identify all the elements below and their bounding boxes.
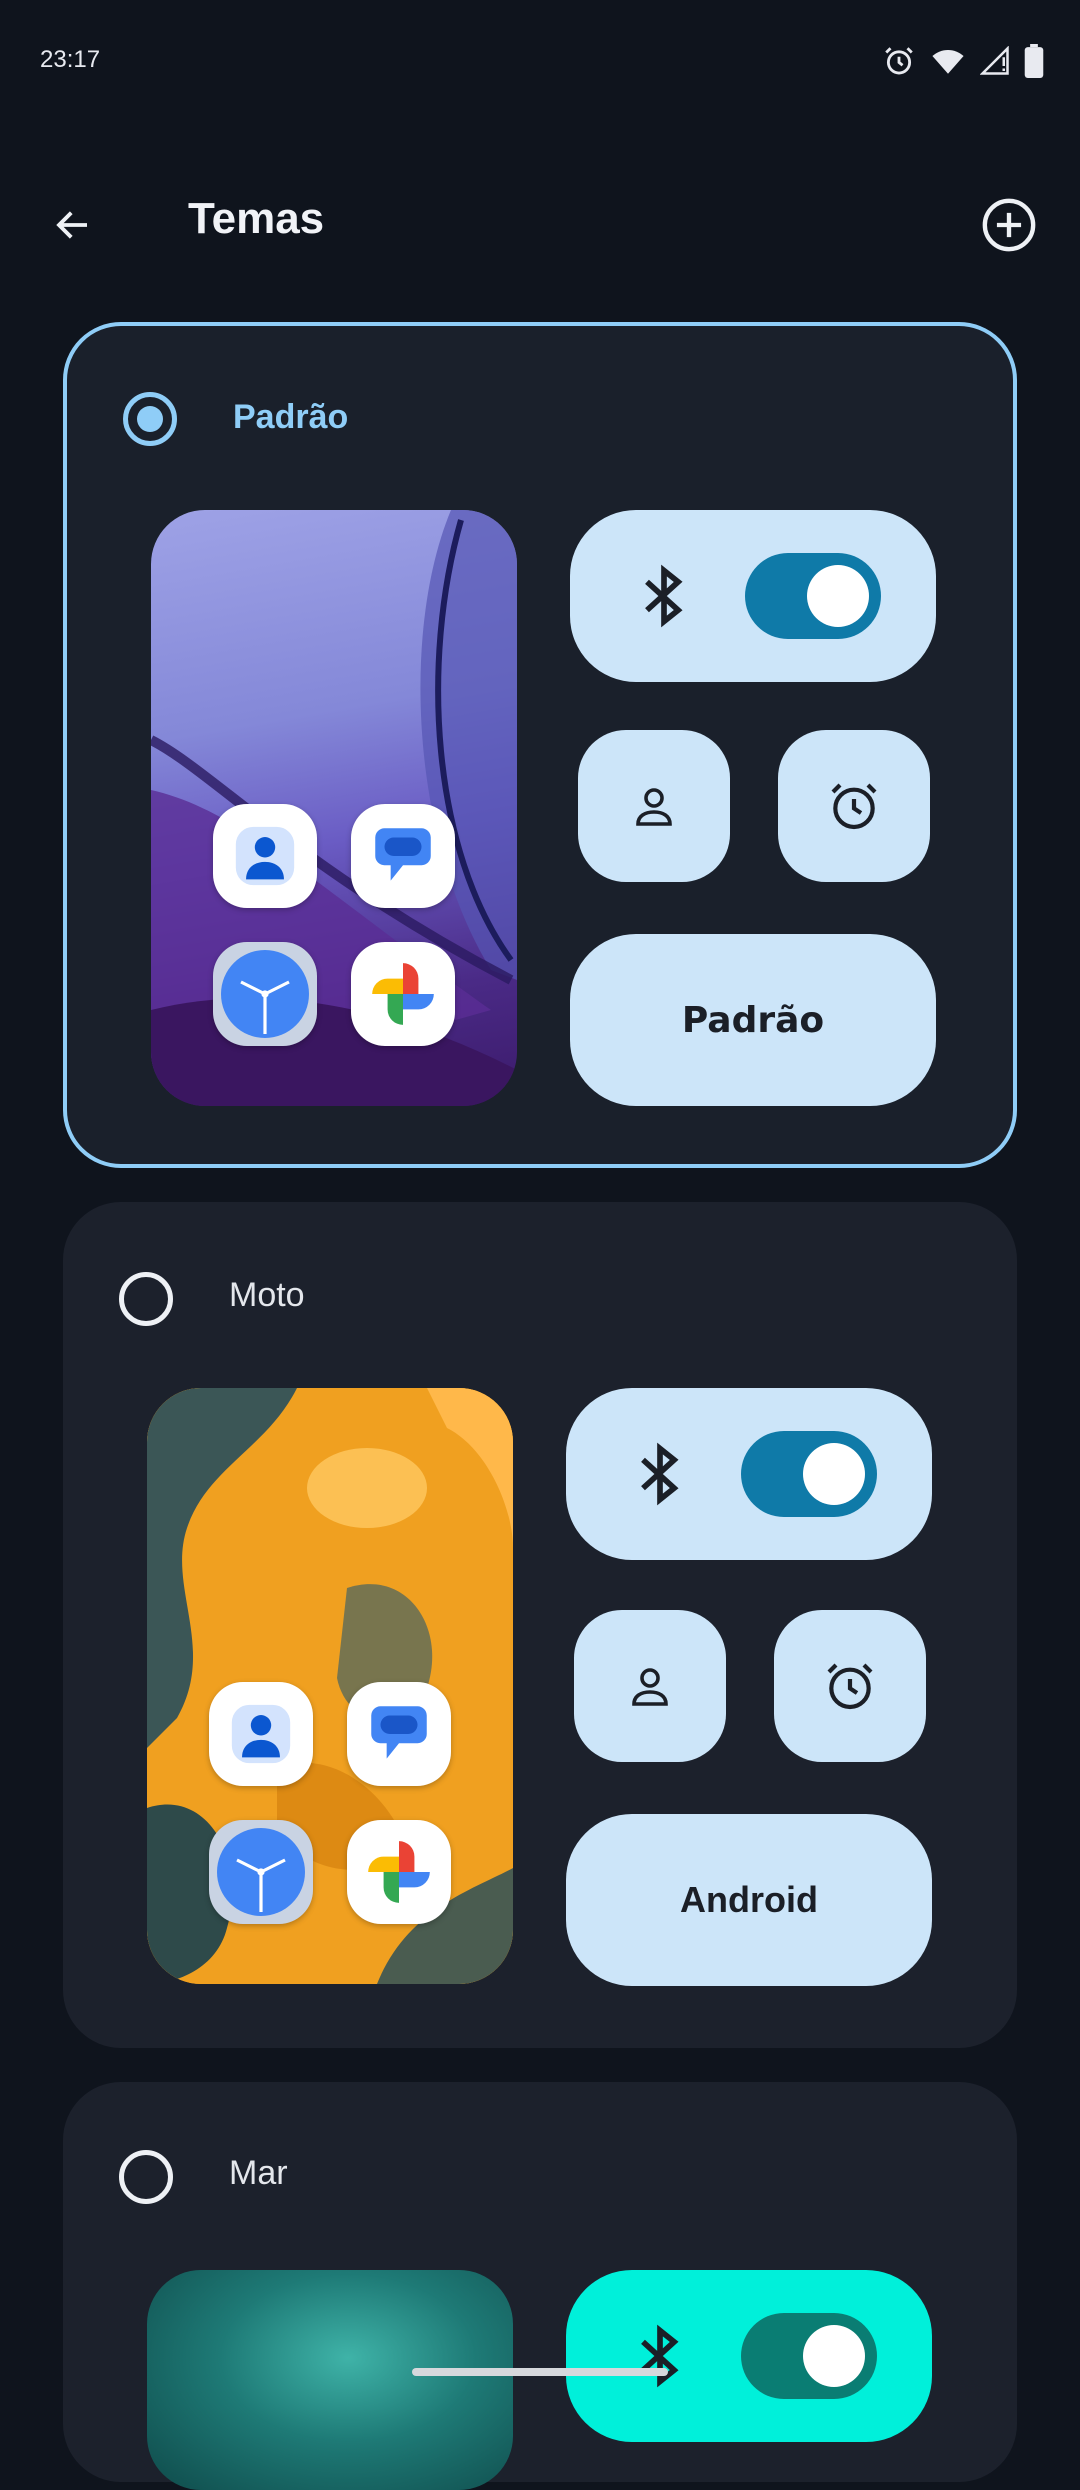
status-bar: 23:17 [0,0,1080,110]
signal-icon [980,46,1009,75]
font-style-label: Android [680,1879,818,1920]
alarm-clock-icon [831,783,877,830]
bluetooth-icon [645,564,683,628]
bluetooth-toggle[interactable] [745,553,881,639]
theme-name: Padrão [233,398,349,436]
back-arrow-icon [56,211,87,239]
font-style-label: Padrão [681,999,825,1041]
clock-app-icon [213,942,317,1046]
alarm-tile[interactable] [774,1610,926,1762]
toggle-knob [803,1443,865,1505]
person-icon [636,788,672,826]
clock-app-icon [209,1820,313,1924]
status-icons [882,44,1044,78]
gesture-nav-handle[interactable] [412,2368,668,2376]
font-style-tile[interactable]: Padrão [570,934,936,1106]
bluetooth-icon [641,2324,679,2388]
user-tile[interactable] [574,1610,726,1762]
bluetooth-tile[interactable] [570,510,936,682]
wallpaper-preview [147,1388,513,1984]
theme-name: Mar [229,2154,288,2192]
alarm-clock-icon [827,1663,873,1710]
theme-radio-padrao[interactable] [123,392,177,446]
bluetooth-toggle[interactable] [741,2313,877,2399]
add-theme-button[interactable] [972,188,1046,262]
toggle-knob [807,565,869,627]
bluetooth-toggle[interactable] [741,1431,877,1517]
theme-radio-moto[interactable] [119,1272,173,1326]
photos-app-icon [351,942,455,1046]
wallpaper-preview [147,2270,513,2490]
toggle-knob [803,2325,865,2387]
page-title: Temas [188,194,325,243]
messages-app-icon [347,1682,451,1786]
alarm-tile[interactable] [778,730,930,882]
theme-radio-mar[interactable] [119,2150,173,2204]
theme-card-padrao[interactable]: Padrão Padrão [63,322,1017,1168]
messages-app-icon [351,804,455,908]
font-style-tile[interactable]: Android [566,1814,932,1986]
bluetooth-tile[interactable] [566,2270,932,2442]
theme-card-moto[interactable]: Moto Android [63,1202,1017,2048]
contacts-app-icon [209,1682,313,1786]
add-circle-icon [982,198,1036,252]
alarm-icon [885,47,913,75]
wallpaper-preview [151,510,517,1106]
person-icon [632,1668,668,1706]
bluetooth-tile[interactable] [566,1388,932,1560]
status-time: 23:17 [40,46,101,73]
photos-app-icon [347,1820,451,1924]
battery-icon [1024,44,1044,78]
user-tile[interactable] [578,730,730,882]
theme-name: Moto [229,1276,305,1314]
theme-card-mar[interactable]: Mar [63,2082,1017,2490]
wifi-icon [932,49,964,74]
app-bar: Temas [0,170,1080,280]
contacts-app-icon [213,804,317,908]
bluetooth-icon [641,1442,679,1506]
back-button[interactable] [40,192,106,258]
